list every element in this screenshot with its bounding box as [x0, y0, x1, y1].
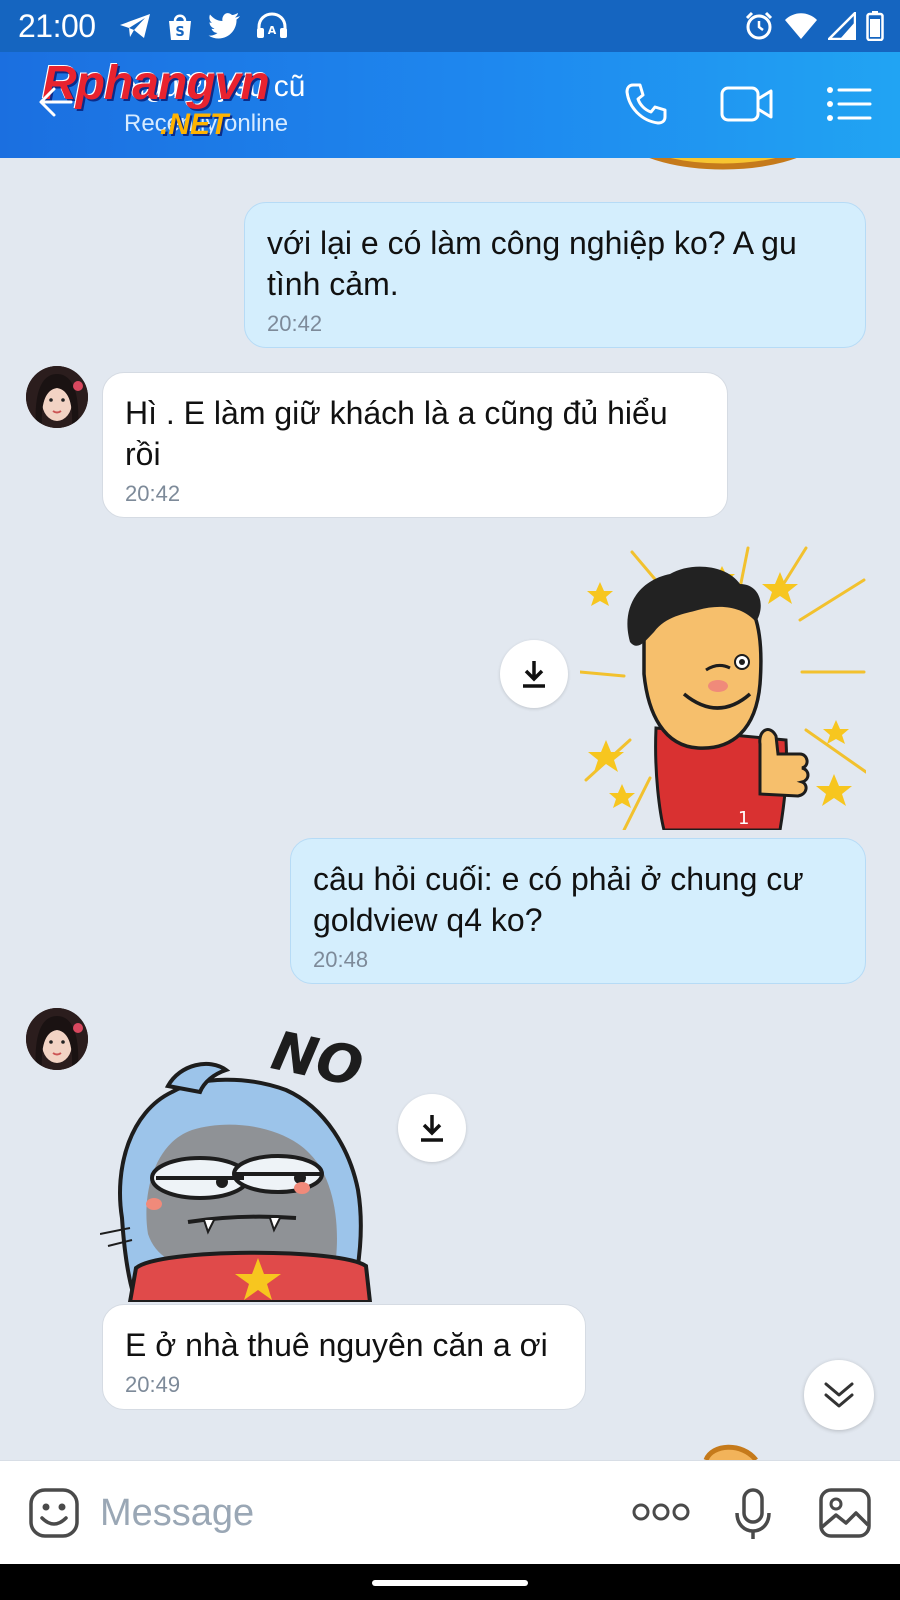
avatar-image — [26, 1008, 88, 1070]
svg-text:S: S — [175, 25, 184, 40]
system-nav-bar — [0, 1564, 900, 1600]
headset-icon: A — [257, 12, 287, 38]
no-sticker-image: NO — [99, 1019, 373, 1304]
contact-avatar[interactable] — [26, 366, 88, 428]
battery-icon — [866, 11, 884, 41]
message-time: 20:42 — [125, 481, 181, 506]
notification-icons: S A — [118, 12, 288, 42]
shopee-icon: S — [169, 14, 191, 40]
message-list[interactable]: với lại e có làm công nghiệp ko? A gu tì… — [0, 158, 900, 1460]
message-time: 20:42 — [267, 311, 323, 336]
microphone-icon[interactable] — [734, 1487, 772, 1541]
svg-text:1: 1 — [738, 808, 749, 829]
emoji-icon[interactable] — [28, 1487, 80, 1539]
contact-avatar[interactable] — [26, 1008, 88, 1070]
wifi-icon — [785, 13, 817, 39]
double-chevron-down-icon — [824, 1382, 854, 1408]
next-sticker-fragment — [703, 1444, 758, 1460]
contact-status: Recently online — [124, 110, 289, 137]
telegram-icon — [120, 14, 150, 38]
message-text: Hì . E làm giữ khách là a cũng đủ hiểu r… — [125, 395, 668, 472]
status-bar: 21:00 S A — [0, 0, 900, 52]
header-actions — [624, 82, 872, 126]
svg-text:A: A — [268, 24, 277, 37]
previous-sticker-fragment — [649, 158, 797, 170]
message-time: 20:49 — [125, 1372, 181, 1397]
message-input[interactable] — [100, 1485, 590, 1541]
no-sticker[interactable]: NO — [99, 1018, 400, 1304]
message-time: 20:48 — [313, 947, 369, 972]
message-outgoing[interactable]: với lại e có làm công nghiệp ko? A gu tì… — [244, 202, 866, 348]
contact-name[interactable]: Người yêu cũ — [124, 70, 306, 104]
download-button[interactable] — [398, 1094, 466, 1162]
alarm-icon — [745, 11, 773, 40]
signal-icon — [828, 12, 856, 40]
video-call-icon[interactable] — [720, 84, 774, 124]
download-icon — [523, 661, 545, 688]
message-text: E ở nhà thuê nguyên căn a ơi — [125, 1327, 548, 1363]
phone-icon[interactable] — [624, 82, 668, 126]
message-text: với lại e có làm công nghiệp ko? A gu tì… — [267, 225, 797, 302]
download-button[interactable] — [500, 640, 568, 708]
download-icon — [421, 1115, 443, 1142]
message-outgoing[interactable]: câu hỏi cuối: e có phải ở chung cư goldv… — [290, 838, 866, 984]
twitter-icon — [208, 13, 240, 39]
menu-icon[interactable] — [826, 86, 872, 122]
chat-header: Người yêu cũ Recently online Rphangvn .N… — [0, 52, 900, 158]
thumbs-up-wink-sticker[interactable]: 1 — [580, 544, 866, 830]
message-incoming[interactable]: Hì . E làm giữ khách là a cũng đủ hiểu r… — [102, 372, 728, 518]
message-text: câu hỏi cuối: e có phải ở chung cư goldv… — [313, 861, 804, 938]
message-incoming[interactable]: E ở nhà thuê nguyên căn a ơi 20:49 — [102, 1304, 586, 1410]
avatar-image — [26, 366, 88, 428]
system-icons — [744, 11, 884, 41]
image-icon[interactable] — [818, 1487, 872, 1539]
more-icon[interactable] — [632, 1501, 690, 1523]
home-indicator[interactable] — [372, 1580, 528, 1586]
message-composer — [0, 1460, 900, 1564]
back-arrow-icon[interactable] — [38, 84, 74, 120]
status-time: 21:00 — [18, 8, 96, 44]
scroll-to-bottom-button[interactable] — [804, 1360, 874, 1430]
